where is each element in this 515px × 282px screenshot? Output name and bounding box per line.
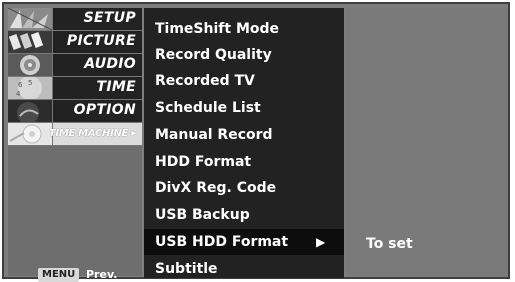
category-label: TIME MACHINE ▸ xyxy=(48,128,136,139)
picture-icon xyxy=(8,31,53,53)
value-to-set[interactable]: To set xyxy=(366,231,413,257)
category-setup[interactable]: SETUP xyxy=(8,8,142,31)
svg-text:4: 4 xyxy=(16,90,21,98)
category-audio[interactable]: AUDIO xyxy=(8,54,142,77)
menu-item-timeshift-mode[interactable]: TimeShift Mode xyxy=(144,16,344,42)
category-column: SETUP PICTURE AUDIO 6 5 4 TIME OPTION TI… xyxy=(8,8,142,282)
menu-item-divx-reg-code[interactable]: DivX Reg. Code xyxy=(144,175,344,201)
category-label: TIME xyxy=(96,79,136,95)
menu-item-hdd-format[interactable]: HDD Format xyxy=(144,149,344,175)
menu-key-badge[interactable]: MENU xyxy=(38,268,80,282)
category-label: AUDIO xyxy=(84,56,136,72)
category-option[interactable]: OPTION xyxy=(8,100,142,123)
value-column: To set xyxy=(346,8,508,276)
time-machine-icon xyxy=(8,123,53,145)
svg-text:6: 6 xyxy=(18,81,23,89)
tv-osd-menu: SETUP PICTURE AUDIO 6 5 4 TIME OPTION TI… xyxy=(2,2,510,282)
setup-icon xyxy=(8,8,53,30)
category-time-machine[interactable]: TIME MACHINE ▸ xyxy=(8,123,142,146)
submenu-arrow-icon: ▶ xyxy=(316,235,326,249)
menu-item-record-quality[interactable]: Record Quality xyxy=(144,42,344,68)
audio-icon xyxy=(8,54,53,76)
prev-label: Prev. xyxy=(86,268,118,281)
menu-item-subtitle[interactable]: Subtitle xyxy=(144,256,344,282)
svg-text:5: 5 xyxy=(28,79,32,87)
category-label: SETUP xyxy=(83,10,136,26)
option-icon xyxy=(8,100,53,122)
menu-item-usb-backup[interactable]: USB Backup xyxy=(144,202,344,228)
menu-item-recorded-tv[interactable]: Recorded TV xyxy=(144,68,344,94)
menu-item-list: TimeShift Mode Record Quality Recorded T… xyxy=(144,8,344,278)
menu-item-manual-record[interactable]: Manual Record xyxy=(144,122,344,148)
category-label: OPTION xyxy=(73,102,136,118)
menu-item-schedule-list[interactable]: Schedule List xyxy=(144,95,344,121)
menu-item-usb-hdd-format[interactable]: USB HDD Format ▶ xyxy=(144,229,344,255)
category-picture[interactable]: PICTURE xyxy=(8,31,142,54)
time-icon: 6 5 4 xyxy=(8,77,53,99)
category-label: PICTURE xyxy=(66,33,136,49)
category-time[interactable]: 6 5 4 TIME xyxy=(8,77,142,100)
